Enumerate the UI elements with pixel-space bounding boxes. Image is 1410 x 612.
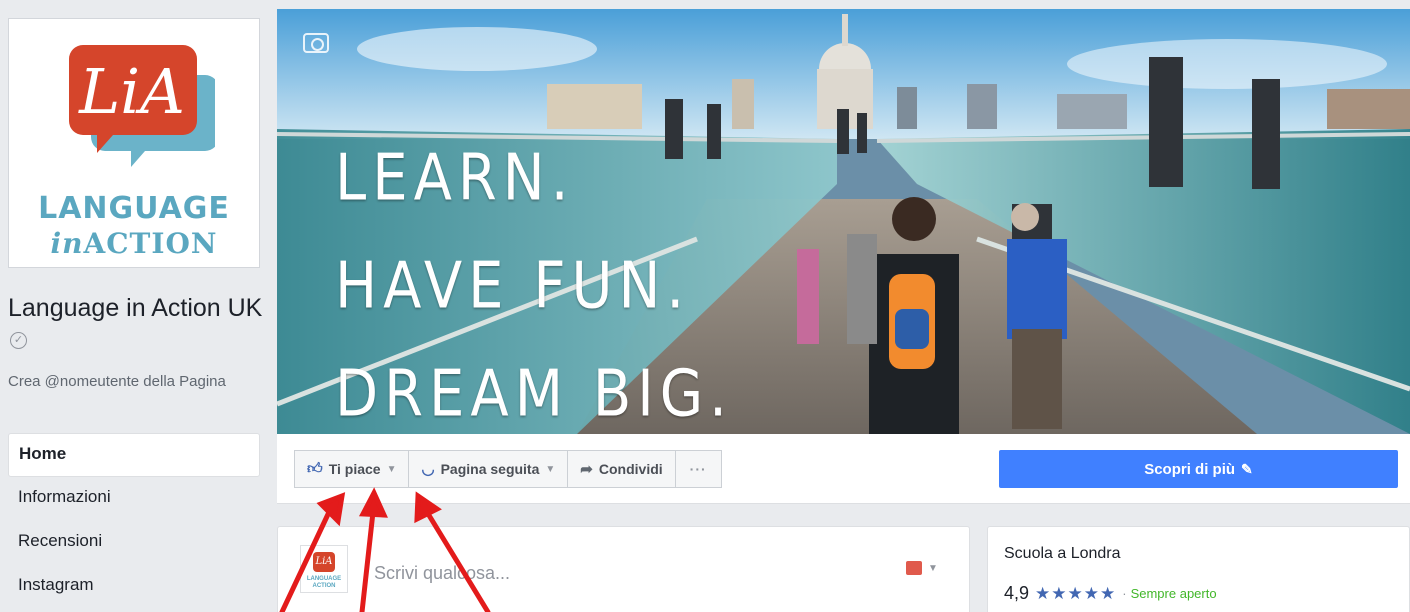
page-action-bar: 👍︎ Ti piace ▼ ◡ Pagina seguita ▼ ➦ Condi…: [277, 434, 1410, 504]
action-buttons: 👍︎ Ti piace ▼ ◡ Pagina seguita ▼ ➦ Condi…: [294, 450, 722, 488]
speech-bubble-logo-icon: LiA: [69, 45, 215, 167]
camera-icon[interactable]: [303, 33, 329, 53]
chevron-down-icon: ▼: [545, 463, 556, 475]
composer-input[interactable]: Scrivi qualcosa...: [374, 563, 510, 584]
chevron-down-icon[interactable]: ▼: [928, 563, 938, 574]
avatar-monogram: LiA: [313, 552, 335, 572]
nav-item-instagram[interactable]: Instagram: [8, 565, 260, 609]
logo-word-language: LANGUAGE: [38, 191, 230, 226]
post-composer: LiA LANGUAGE ACTION Scrivi qualcosa... ▼: [277, 526, 970, 612]
rating-value: 4,9: [1004, 583, 1030, 603]
like-button[interactable]: 👍︎ Ti piace ▼: [294, 450, 410, 488]
cover-text-line-2: HAVE FUN.: [335, 249, 691, 324]
page-info-card: Scuola a Londra 4,9 ★★★★★ · Sempre aperto: [987, 526, 1410, 612]
rating-row: 4,9 ★★★★★ · Sempre aperto: [1004, 583, 1217, 604]
follow-button-label: Pagina seguita: [440, 461, 540, 477]
logo-monogram: LiA: [78, 55, 185, 128]
verified-check-icon: ✓: [10, 332, 27, 349]
chevron-down-icon: ▼: [386, 463, 397, 475]
rss-icon: ◡: [421, 461, 435, 478]
pencil-icon[interactable]: ✎: [1241, 461, 1253, 478]
share-button-label: Condividi: [598, 461, 663, 477]
create-username-link[interactable]: Crea @nomeutente della Pagina: [8, 373, 258, 391]
rating-stars-icon[interactable]: ★★★★★: [1035, 584, 1116, 604]
page-nav: Home Informazioni Recensioni Instagram: [8, 433, 260, 609]
emoji-picker-icon[interactable]: [906, 561, 922, 575]
cover-text-line-3: DREAM BIG.: [335, 357, 733, 432]
cover-photo[interactable]: LEARN. HAVE FUN. DREAM BIG.: [277, 9, 1410, 434]
nav-item-recensioni[interactable]: Recensioni: [8, 521, 260, 565]
follow-button[interactable]: ◡ Pagina seguita ▼: [408, 450, 569, 488]
cover-text-line-1: LEARN.: [335, 141, 575, 216]
share-button[interactable]: ➦ Condividi: [567, 450, 676, 488]
page-category[interactable]: Scuola a Londra: [1004, 545, 1121, 563]
learn-more-button[interactable]: Scopri di più ✎: [999, 450, 1398, 488]
learn-more-label: Scopri di più: [1144, 460, 1236, 478]
logo-word-action: inACTION: [50, 227, 218, 260]
like-button-label: Ti piace: [328, 461, 381, 477]
nav-item-home[interactable]: Home: [8, 433, 260, 477]
more-options-button[interactable]: ···: [674, 450, 722, 488]
avatar-caption: LANGUAGE ACTION: [306, 576, 342, 589]
hours-status: · Sempre aperto: [1122, 586, 1217, 601]
page-title[interactable]: Language in Action UK✓: [8, 294, 264, 352]
thumbs-up-icon: 👍︎: [307, 460, 323, 477]
profile-logo[interactable]: LiA LANGUAGE inACTION: [8, 18, 260, 268]
share-arrow-icon: ➦: [580, 461, 593, 478]
avatar: LiA LANGUAGE ACTION: [300, 545, 348, 593]
logo-image: LiA LANGUAGE inACTION: [13, 23, 255, 263]
nav-item-informazioni[interactable]: Informazioni: [8, 477, 260, 521]
